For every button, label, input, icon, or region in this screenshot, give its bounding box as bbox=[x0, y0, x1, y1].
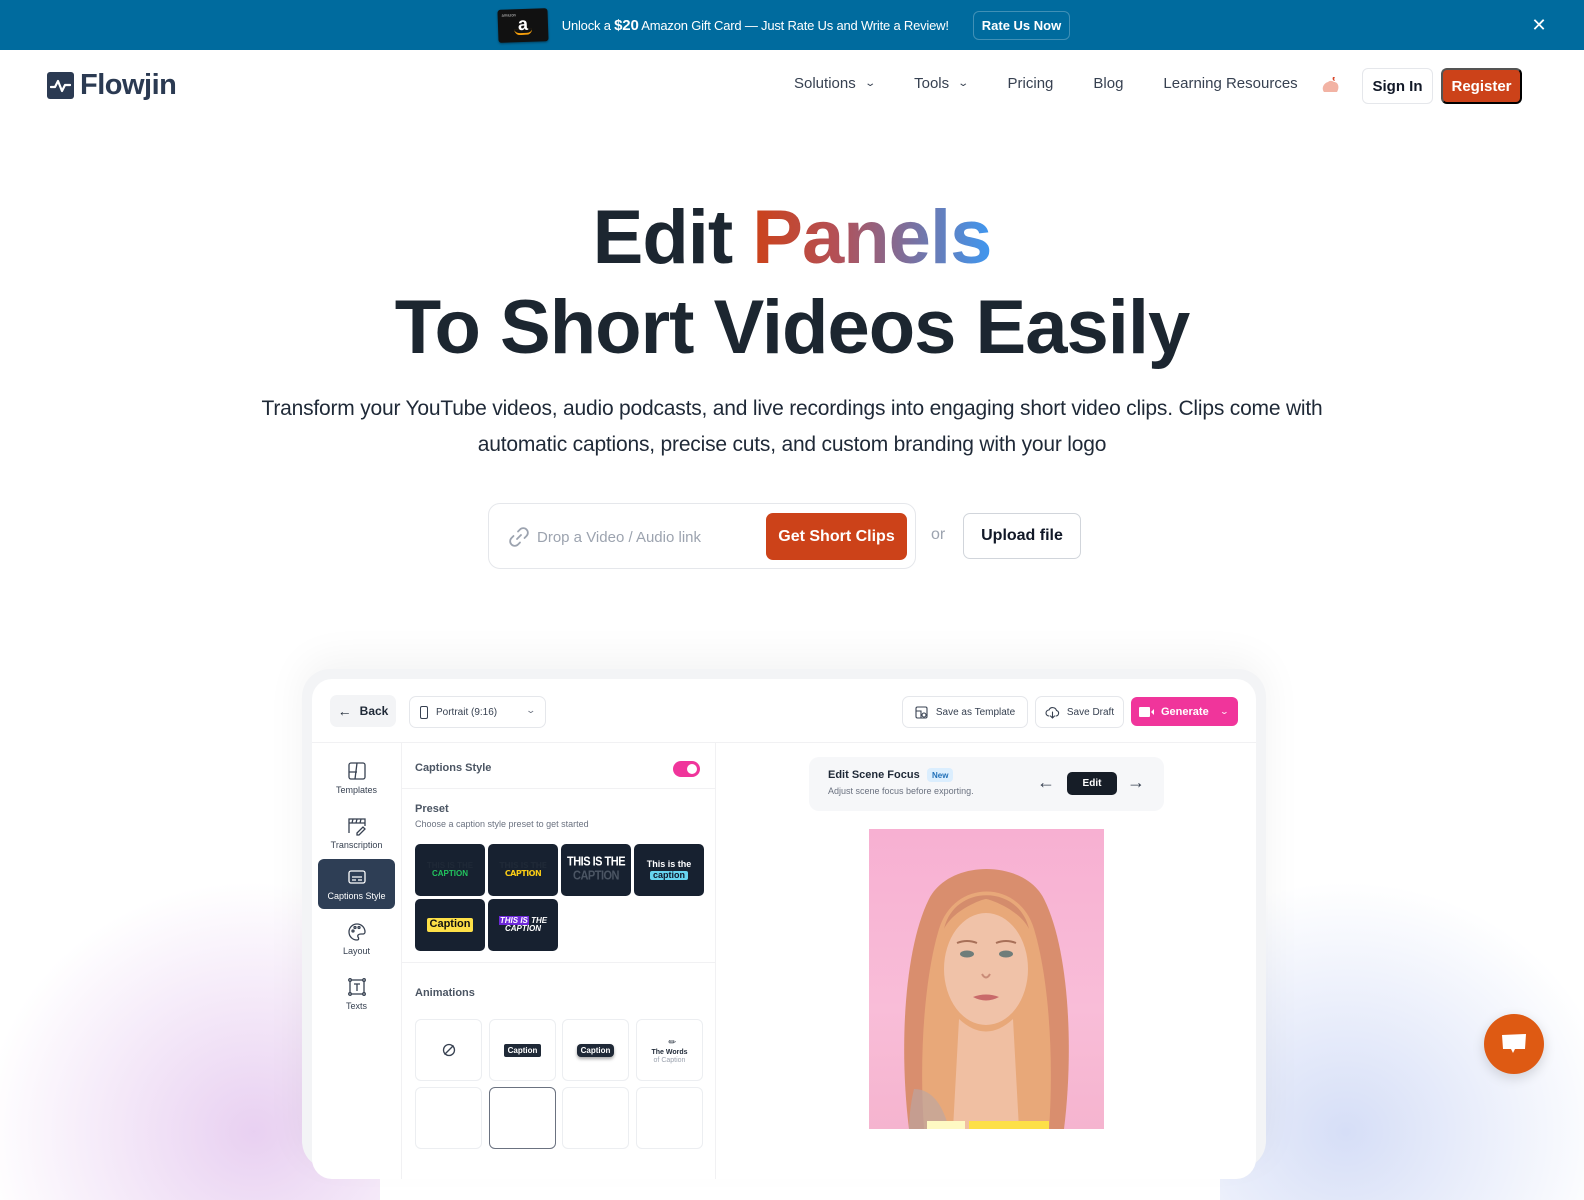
divider bbox=[402, 788, 716, 789]
divider bbox=[715, 743, 716, 1179]
templates-icon bbox=[347, 762, 366, 780]
nav-solutions[interactable]: Solutions ⌄ bbox=[794, 75, 876, 92]
caption-preset[interactable]: THIS IS THE CAPTION bbox=[561, 844, 631, 896]
new-badge: New bbox=[927, 768, 954, 782]
presenter-portrait bbox=[904, 869, 1069, 1129]
chat-icon bbox=[1502, 1034, 1526, 1053]
template-icon bbox=[915, 705, 928, 719]
sidebar-item-texts[interactable]: Texts bbox=[318, 969, 395, 1019]
sidebar-item-templates[interactable]: Templates bbox=[318, 753, 395, 803]
amazon-gift-card-image: amazon a bbox=[497, 7, 549, 43]
back-button[interactable]: ← Back bbox=[330, 695, 396, 727]
captions-style-title: Captions Style bbox=[415, 762, 492, 774]
chevron-down-icon: ⌄ bbox=[525, 705, 537, 715]
top-nav: Flowjin Solutions ⌄ Tools ⌄ Pricing Blog L… bbox=[0, 50, 1584, 120]
caption-preset[interactable]: THIS IS THE CAPTION bbox=[488, 844, 558, 896]
theme-toggle-icon[interactable] bbox=[1318, 73, 1342, 97]
pen-icon: ✎ bbox=[665, 1035, 679, 1048]
brand-logo[interactable]: Flowjin bbox=[47, 69, 177, 102]
editor-preview: ← Back Portrait (9:16) ⌄ Save as Templat… bbox=[312, 679, 1256, 1179]
sidebar-item-layout[interactable]: Layout bbox=[318, 914, 395, 964]
hero-title-line2: To Short Videos Easily bbox=[394, 285, 1191, 370]
close-icon[interactable]: ✕ bbox=[1530, 16, 1548, 34]
no-animation-icon bbox=[442, 1043, 455, 1057]
animation-option[interactable]: Caption bbox=[562, 1019, 629, 1081]
captions-icon bbox=[347, 870, 366, 884]
rate-us-now-button[interactable]: Rate Us Now bbox=[972, 10, 1071, 40]
edit-scene-button[interactable]: Edit bbox=[1067, 772, 1117, 795]
preset-title: Preset bbox=[415, 803, 449, 815]
animations-title: Animations bbox=[415, 987, 475, 999]
animation-option-none[interactable] bbox=[415, 1019, 482, 1081]
caption-preset[interactable]: Caption bbox=[415, 899, 485, 951]
video-link-input[interactable] bbox=[537, 522, 757, 552]
animation-option[interactable] bbox=[489, 1087, 556, 1149]
sign-in-button[interactable]: Sign In bbox=[1362, 68, 1433, 104]
save-as-template-button[interactable]: Save as Template bbox=[902, 696, 1028, 728]
save-draft-button[interactable]: Save Draft bbox=[1035, 696, 1124, 728]
preset-subtitle: Choose a caption style preset to get sta… bbox=[415, 819, 589, 829]
palette-icon bbox=[347, 923, 366, 941]
video-camera-icon bbox=[1139, 706, 1154, 717]
register-button[interactable]: Register bbox=[1441, 68, 1522, 104]
link-input-group: Get Short Clips bbox=[488, 503, 916, 569]
chevron-down-icon: ⌄ bbox=[1219, 707, 1230, 716]
transcription-icon bbox=[347, 818, 366, 836]
caption-preset[interactable]: THIS IS THE CAPTION bbox=[488, 899, 558, 951]
nav-blog[interactable]: Blog bbox=[1093, 75, 1123, 92]
video-preview[interactable] bbox=[869, 829, 1104, 1129]
phone-icon bbox=[420, 705, 428, 719]
captions-style-toggle[interactable] bbox=[673, 761, 700, 777]
text-box-icon bbox=[347, 978, 366, 996]
link-icon bbox=[507, 525, 531, 549]
animation-option[interactable] bbox=[636, 1087, 703, 1149]
chat-button[interactable] bbox=[1484, 1014, 1544, 1074]
sidebar-item-transcription[interactable]: Transcription bbox=[318, 808, 395, 858]
aspect-ratio-select[interactable]: Portrait (9:16) ⌄ bbox=[409, 696, 546, 728]
chevron-down-icon: ⌄ bbox=[864, 78, 876, 89]
animation-option[interactable] bbox=[415, 1087, 482, 1149]
get-short-clips-button[interactable]: Get Short Clips bbox=[766, 513, 907, 560]
arrow-right-icon[interactable]: → bbox=[1127, 772, 1145, 793]
nav-learning-resources[interactable]: Learning Resources bbox=[1163, 75, 1297, 92]
or-separator: or bbox=[931, 526, 946, 543]
animation-option[interactable] bbox=[562, 1087, 629, 1149]
nav-pricing[interactable]: Pricing bbox=[1008, 75, 1054, 92]
logo-wave-icon bbox=[47, 72, 74, 99]
upload-file-button[interactable]: Upload file bbox=[963, 513, 1081, 559]
chevron-down-icon: ⌄ bbox=[957, 78, 970, 89]
animation-option[interactable]: ✎ The Words of Caption bbox=[636, 1019, 703, 1081]
cloud-download-icon bbox=[1045, 706, 1059, 719]
arrow-left-icon: ← bbox=[337, 703, 352, 719]
caption-preset[interactable]: THIS IS THE CAPTION bbox=[415, 844, 485, 896]
generate-button[interactable]: Generate ⌄ bbox=[1131, 697, 1238, 726]
hero-subtitle: Transform your YouTube videos, audio pod… bbox=[261, 397, 1323, 456]
divider bbox=[402, 962, 716, 963]
sidebar-item-captions-style[interactable]: Captions Style bbox=[318, 859, 395, 909]
captions-style-panel: Captions Style Preset Choose a caption s… bbox=[402, 743, 716, 1179]
arrow-left-icon[interactable]: ← bbox=[1037, 772, 1055, 793]
editor-sidebar: Templates Transcription Captions Style L… bbox=[312, 743, 402, 1179]
caption-preset[interactable]: This is the caption bbox=[634, 844, 704, 896]
animation-option[interactable]: Caption bbox=[489, 1019, 556, 1081]
edit-scene-focus-card: Edit Scene Focus New Adjust scene focus … bbox=[809, 757, 1164, 811]
promo-banner: amazon a Unlock a $20 Amazon Gift Card —… bbox=[0, 0, 1584, 50]
nav-tools[interactable]: Tools ⌄ bbox=[914, 75, 970, 92]
promo-text: Unlock a $20 Amazon Gift Card — Just Rat… bbox=[561, 16, 949, 34]
hero-title-line1: Edit Panels bbox=[592, 195, 993, 280]
